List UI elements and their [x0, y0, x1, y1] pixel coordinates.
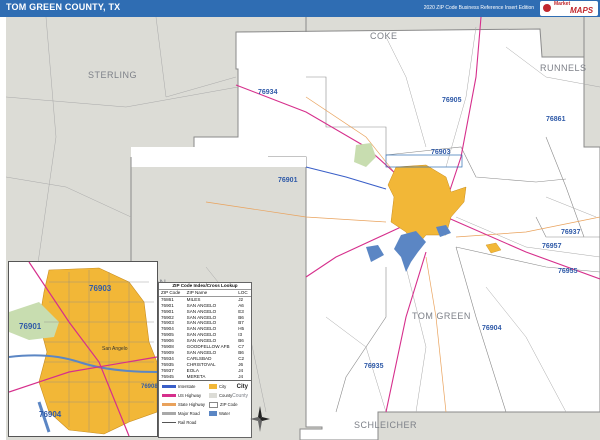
county-label-schleicher: SCHLEICHER [354, 420, 418, 430]
legend-item: ZIP Code [209, 402, 238, 408]
county-label-tom-green: TOM GREEN [412, 311, 471, 321]
city-inset-map[interactable]: 76903 76901 76904 76908 San Angelo [8, 261, 158, 437]
zip-label-76901: 76901 [278, 177, 298, 184]
zip-label-76955: 76955 [558, 268, 578, 275]
legend-item: State Highway [162, 402, 205, 407]
compass-icon [250, 406, 270, 432]
legend-item: US Highway [162, 393, 201, 398]
edition-label: 2020 ZIP Code Business Reference Insert … [423, 5, 534, 11]
map-title: TOM GREEN COUNTY, TX [6, 2, 121, 12]
zip-label-76861: 76861 [546, 116, 566, 123]
legend-item: City [209, 384, 226, 390]
legend-item: County [209, 393, 232, 399]
legend-item: Rail Road [162, 420, 196, 425]
inset-zip-label-76908: 76908 [141, 384, 158, 390]
map-legend: Interstate US Highway State Highway Majo… [158, 380, 252, 438]
legend-city-sample: City [236, 384, 248, 390]
county-label-runnels: RUNNELS [540, 63, 587, 73]
inset-zip-label-76901: 76901 [19, 322, 42, 331]
logo-text-main: MAPS [570, 6, 594, 15]
legend-item: Interstate [162, 384, 195, 389]
legend-item: Major Road [162, 411, 200, 416]
zip-label-76937: 76937 [561, 229, 581, 236]
publisher-logo: Market MAPS [540, 1, 598, 16]
title-bar: TOM GREEN COUNTY, TX 2020 ZIP Code Busin… [0, 0, 600, 17]
county-label-coke: COKE [370, 31, 398, 41]
inset-zip-label-76904: 76904 [39, 410, 62, 419]
zip-label-76934: 76934 [258, 89, 278, 96]
inset-city-label: San Angelo [102, 346, 128, 352]
legend-county-sample: County [232, 393, 248, 399]
zip-label-76903: 76903 [431, 149, 451, 156]
map-page: TOM GREEN COUNTY, TX 2020 ZIP Code Busin… [0, 0, 600, 440]
county-label-sterling: STERLING [88, 70, 138, 80]
zip-table-caption: ZIP Code Index/Cross Lookup [159, 283, 251, 290]
inset-canvas [9, 262, 157, 436]
map-pin-icon [543, 4, 551, 12]
zip-label-76905: 76905 [442, 97, 462, 104]
logo-text-top: Market [554, 1, 571, 7]
zip-label-76957: 76957 [542, 243, 562, 250]
legend-item: Water [209, 411, 230, 417]
inset-zip-label-76903: 76903 [89, 284, 112, 293]
zip-label-76935: 76935 [364, 363, 384, 370]
zip-label-76904: 76904 [482, 325, 502, 332]
